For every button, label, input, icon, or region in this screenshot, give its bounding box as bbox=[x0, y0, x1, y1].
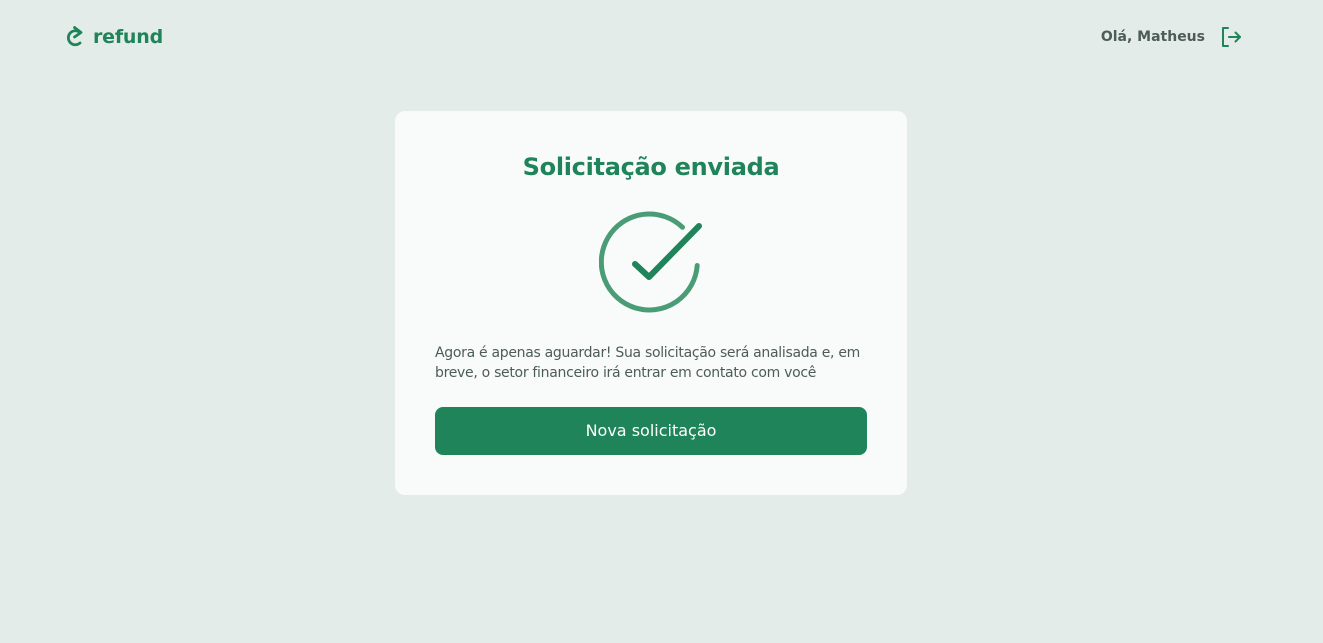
confirmation-card: Solicitação enviada Agora é apenas aguar… bbox=[395, 111, 907, 495]
user-greeting: Olá, Matheus bbox=[1100, 29, 1205, 45]
brand-name: refund bbox=[93, 26, 163, 48]
new-request-button[interactable]: Nova solicitação bbox=[435, 407, 867, 455]
logout-icon bbox=[1222, 27, 1241, 47]
logout-button[interactable] bbox=[1219, 25, 1243, 49]
app-header: refund Olá, Matheus bbox=[0, 0, 1323, 74]
brand-logo[interactable]: refund bbox=[64, 25, 163, 49]
user-menu: Olá, Matheus bbox=[1101, 25, 1243, 49]
refresh-arrow-icon bbox=[64, 25, 86, 49]
confirmation-message: Agora é apenas aguardar! Sua solicitação… bbox=[435, 345, 860, 381]
page-title: Solicitação enviada bbox=[522, 153, 780, 181]
check-circle-icon bbox=[599, 211, 703, 315]
